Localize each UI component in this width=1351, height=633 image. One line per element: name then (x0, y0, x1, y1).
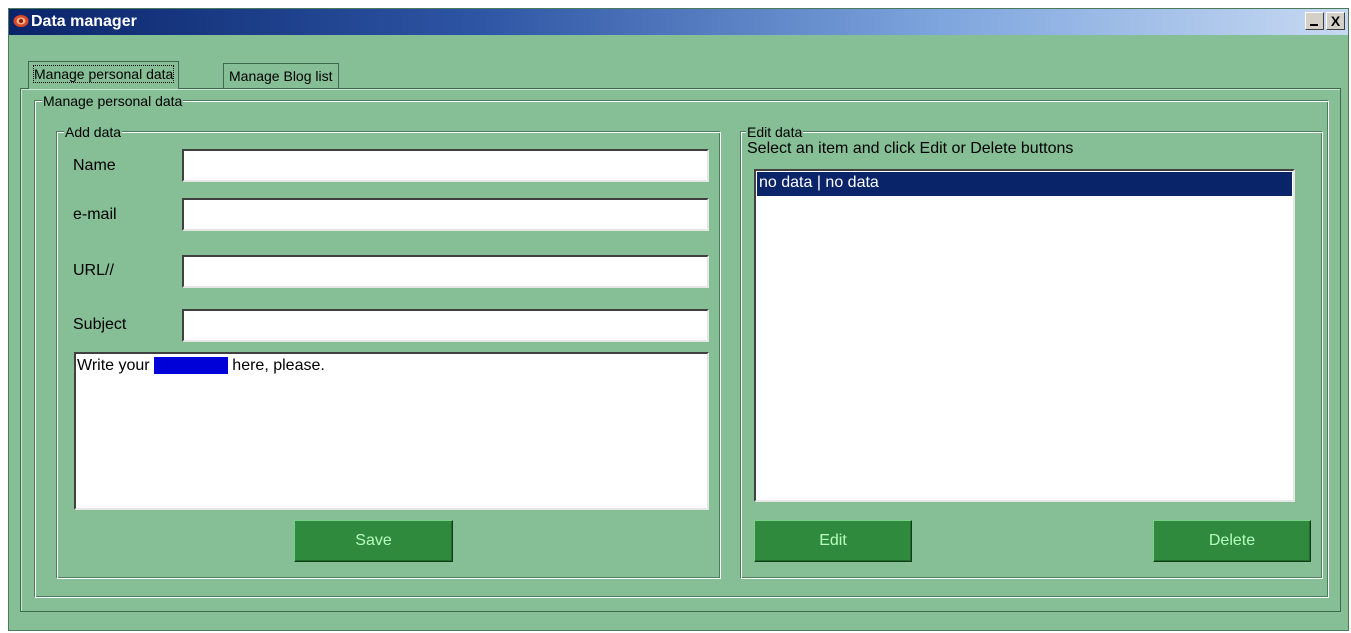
group-title: Manage personal data (42, 93, 184, 109)
edit-data-title: Edit data (746, 124, 804, 140)
comment-text-after: here, please. (227, 357, 325, 374)
save-button-label: Save (355, 532, 392, 549)
tab-manage-personal-data[interactable]: Manage personal data (28, 61, 180, 89)
url-field[interactable] (182, 255, 709, 288)
minimize-button[interactable] (1305, 12, 1324, 30)
add-data-group: Add data Name e-mail URL// Subject Write… (57, 124, 721, 579)
window-title: Data manager (31, 13, 137, 30)
comments-textarea[interactable]: Write your comments here, please. (74, 352, 709, 510)
subject-field[interactable] (182, 309, 709, 342)
save-button[interactable]: Save (294, 520, 453, 562)
edit-button-label: Edit (819, 532, 847, 549)
email-label: e-mail (73, 206, 117, 223)
name-label: Name (73, 157, 116, 174)
add-data-title: Add data (64, 124, 123, 140)
close-icon: X (1330, 13, 1341, 29)
edit-data-group: Edit data Select an item and click Edit … (741, 124, 1323, 579)
list-item[interactable]: no data | no data (757, 172, 1292, 196)
comment-text-selected: comments (154, 357, 228, 374)
subject-label: Subject (73, 316, 127, 333)
url-label: URL// (73, 262, 114, 279)
minimize-icon (1310, 24, 1318, 26)
data-manager-window: Data manager X Manage personal data Mana… (8, 8, 1349, 631)
edit-button[interactable]: Edit (754, 520, 912, 562)
tab-label: Manage personal data (32, 65, 175, 83)
tab-pane: Manage personal data Add data Name e-mai… (20, 88, 1341, 612)
title-bar[interactable]: Data manager X (9, 9, 1348, 35)
delete-button[interactable]: Delete (1153, 520, 1311, 562)
tab-manage-blog-list[interactable]: Manage Blog list (223, 63, 339, 89)
data-listbox[interactable]: no data | no data (754, 169, 1295, 502)
comment-text-before: Write your (77, 357, 155, 374)
close-button[interactable]: X (1326, 12, 1345, 30)
app-icon (13, 15, 29, 27)
manage-personal-data-group: Manage personal data Add data Name e-mai… (35, 93, 1329, 598)
edit-instruction: Select an item and click Edit or Delete … (747, 140, 1074, 157)
name-field[interactable] (182, 149, 709, 182)
email-field[interactable] (182, 198, 709, 231)
delete-button-label: Delete (1208, 532, 1256, 549)
tab-label: Manage Blog list (229, 68, 333, 84)
